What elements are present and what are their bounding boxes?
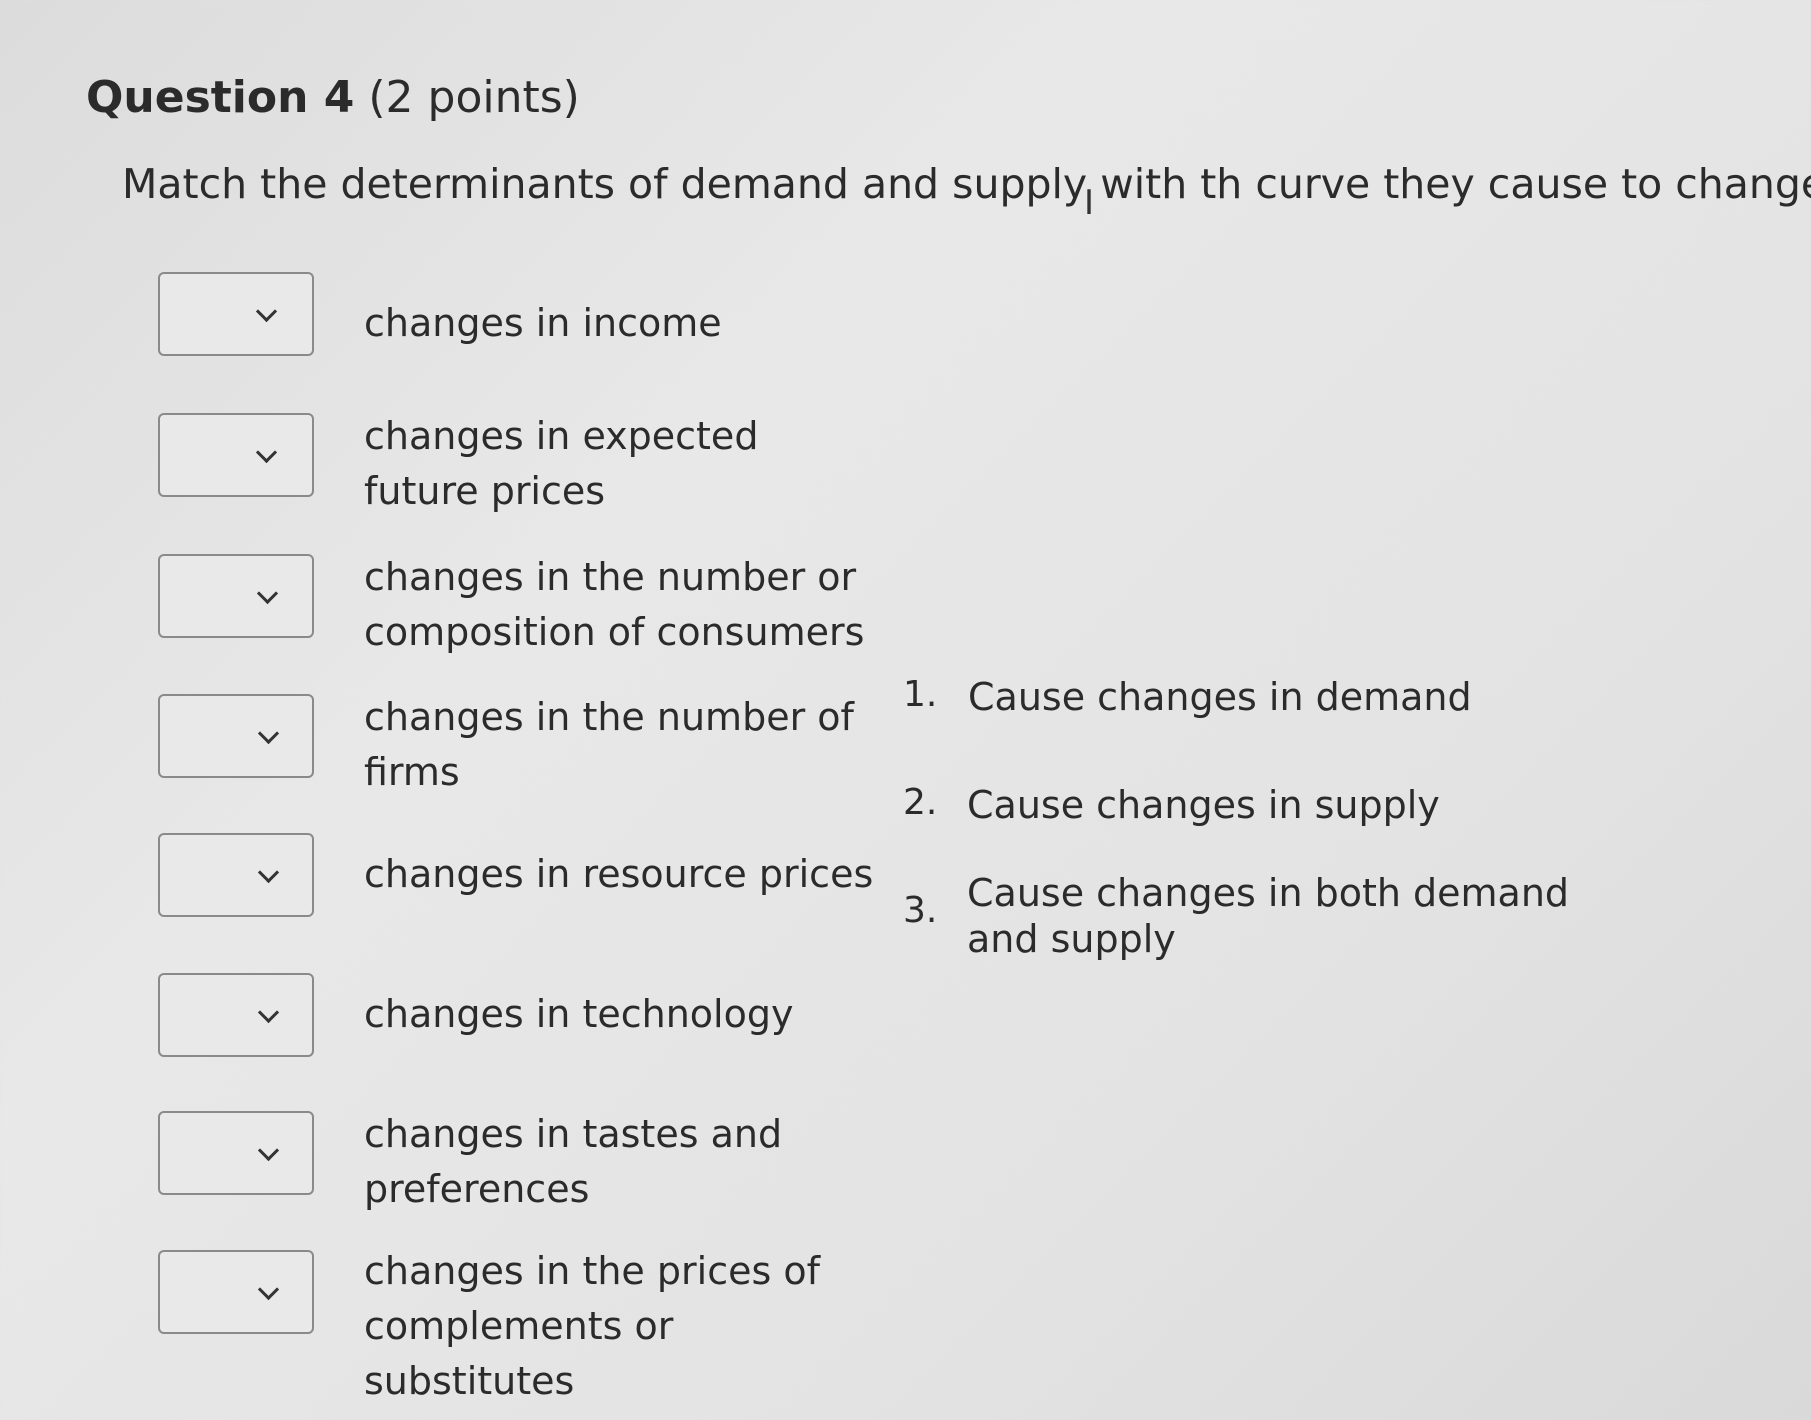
question-number: Question 4 (86, 72, 355, 123)
option-text-2: Cause changes in supply (967, 783, 1440, 827)
match-row-technology: changes in technology (158, 973, 878, 1063)
quiz-page: Question 4 (2 points) Match the determin… (0, 0, 1811, 1420)
text-cursor-icon: I (1084, 183, 1095, 223)
match-label-consumers: changes in the number or composition of … (364, 555, 865, 654)
match-row-tastes: changes in tastes and preferences (158, 1111, 878, 1211)
match-row-income: changes in income (158, 272, 878, 362)
match-label-resource-prices: changes in resource prices (364, 852, 874, 896)
option-text-1: Cause changes in demand (968, 675, 1472, 719)
match-select-income[interactable] (158, 272, 314, 356)
match-row-firms: changes in the number of firms (158, 694, 878, 794)
match-row-complements: changes in the prices of complements or … (158, 1249, 878, 1403)
option-number-3: 3. (903, 890, 938, 931)
prompt-text-end: curve they cause to change. (1242, 160, 1811, 208)
match-label-income: changes in income (364, 301, 722, 345)
match-select-consumers[interactable] (158, 554, 314, 638)
match-label-expected-prices: changes in expected future prices (364, 414, 759, 513)
match-row-consumers: changes in the number or composition of … (158, 554, 878, 654)
prompt-text-start: Match the determinants of demand and sup… (122, 160, 1243, 208)
option-number-2: 2. (903, 782, 938, 823)
match-select-tastes[interactable] (158, 1111, 314, 1195)
option-number-1: 1. (903, 674, 938, 715)
question-title: Question 4 (2 points) (86, 72, 580, 123)
match-row-expected-prices: changes in expected future prices (158, 413, 878, 513)
match-select-complements[interactable] (158, 1250, 314, 1334)
match-select-expected-prices[interactable] (158, 413, 314, 497)
question-prompt: Match the determinants of demand and sup… (122, 160, 1811, 208)
option-text-3: Cause changes in both demand and supply (967, 871, 1570, 961)
match-select-technology[interactable] (158, 973, 314, 1057)
match-label-tastes: changes in tastes and preferences (364, 1112, 783, 1211)
match-select-resource-prices[interactable] (158, 833, 314, 917)
question-points: (2 points) (354, 72, 580, 123)
match-label-firms: changes in the number of firms (364, 695, 854, 794)
match-row-resource-prices: changes in resource prices (158, 833, 878, 923)
match-label-complements: changes in the prices of complements or … (364, 1249, 820, 1403)
match-select-firms[interactable] (158, 694, 314, 778)
match-label-technology: changes in technology (364, 992, 794, 1036)
